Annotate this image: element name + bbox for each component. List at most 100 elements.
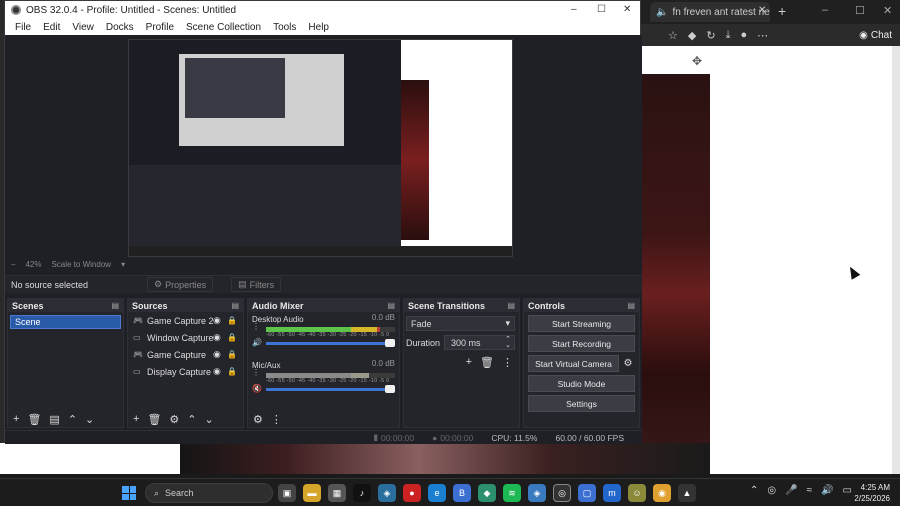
- speaker-icon[interactable]: 🔊: [252, 338, 262, 347]
- app-tray-icon[interactable]: ◎: [767, 485, 776, 496]
- menu-help[interactable]: Help: [302, 22, 335, 33]
- chrome-icon[interactable]: ◉: [653, 484, 671, 502]
- menu-profile[interactable]: Profile: [140, 22, 180, 33]
- start-virtual-camera-button[interactable]: Start Virtual Camera: [528, 355, 619, 372]
- app-icon[interactable]: ▢: [578, 484, 596, 502]
- chevron-down-icon[interactable]: ⌄: [85, 413, 94, 426]
- lock-icon[interactable]: 🔒: [227, 316, 237, 325]
- scale-mode[interactable]: Scale to Window: [51, 260, 111, 269]
- more-icon[interactable]: ⋯: [757, 29, 768, 42]
- wifi-icon[interactable]: ≈: [807, 485, 813, 496]
- edge-icon[interactable]: e: [428, 484, 446, 502]
- browser-scrollbar[interactable]: [892, 46, 900, 474]
- task-view-icon[interactable]: ▣: [278, 484, 296, 502]
- trash-icon[interactable]: 🗑: [27, 413, 41, 426]
- app-icon[interactable]: ◈: [528, 484, 546, 502]
- taskbar-search[interactable]: ⌕ Search: [145, 483, 273, 503]
- extension-icon[interactable]: ◆: [688, 29, 696, 42]
- more-icon[interactable]: ⋮: [502, 356, 513, 369]
- more-icon[interactable]: ⋮: [271, 413, 282, 426]
- gear-icon[interactable]: ⚙: [621, 355, 635, 372]
- app-icon[interactable]: m: [603, 484, 621, 502]
- clock[interactable]: 4:25 AM 2/25/2026: [854, 482, 890, 504]
- spin-arrows-icon[interactable]: ⌃ ⌄: [505, 336, 511, 349]
- dock-menu-icon[interactable]: ▤: [627, 301, 635, 310]
- menu-scene-collection[interactable]: Scene Collection: [180, 22, 267, 33]
- trash-icon[interactable]: 🗑: [480, 356, 494, 369]
- minimize-icon[interactable]: –: [822, 4, 828, 16]
- zoom-out-icon[interactable]: –: [11, 260, 15, 269]
- add-icon[interactable]: +: [13, 413, 19, 425]
- trash-icon[interactable]: 🗑: [147, 413, 161, 426]
- eye-icon[interactable]: ◉: [213, 315, 221, 326]
- refresh-icon[interactable]: ↻: [706, 29, 715, 42]
- volume-slider[interactable]: [266, 385, 395, 393]
- advanced-audio-icon[interactable]: ⚙: [253, 413, 263, 426]
- chevron-down-icon[interactable]: ⌄: [205, 413, 214, 426]
- spotify-icon[interactable]: ≋: [503, 484, 521, 502]
- dock-menu-icon[interactable]: ▤: [387, 301, 395, 310]
- dock-menu-icon[interactable]: ▤: [507, 301, 515, 310]
- menu-tools[interactable]: Tools: [267, 22, 302, 33]
- chevron-up-icon[interactable]: ⌃: [68, 413, 77, 426]
- chevron-up-icon[interactable]: ⌃: [187, 413, 196, 426]
- obs-taskbar-icon[interactable]: ◎: [553, 484, 571, 502]
- start-icon[interactable]: [122, 486, 136, 500]
- new-tab-icon[interactable]: +: [778, 3, 786, 19]
- maximize-icon[interactable]: ☐: [855, 4, 865, 17]
- close-window-icon[interactable]: ✕: [883, 4, 892, 17]
- app-icon[interactable]: ☺: [628, 484, 646, 502]
- menu-docks[interactable]: Docks: [100, 22, 140, 33]
- eye-icon[interactable]: ◉: [213, 332, 221, 343]
- lock-icon[interactable]: 🔒: [227, 367, 237, 376]
- properties-button[interactable]: ⚙ Properties: [147, 277, 214, 292]
- expand-icon[interactable]: ✥: [692, 54, 702, 68]
- source-item[interactable]: ▭ Window Capture ◉ 🔒: [128, 329, 243, 346]
- app-icon[interactable]: ▲: [678, 484, 696, 502]
- star-icon[interactable]: ☆: [668, 29, 678, 42]
- download-icon[interactable]: ⤓: [726, 29, 731, 42]
- filters-button[interactable]: ▤ Filters: [231, 277, 282, 292]
- settings-button[interactable]: Settings: [528, 395, 635, 412]
- duration-spinbox[interactable]: 300 ms ⌃ ⌄: [444, 335, 515, 350]
- profile-icon[interactable]: ●: [740, 29, 747, 41]
- source-item[interactable]: ▭ Display Capture ◉ 🔒: [128, 363, 243, 380]
- lock-icon[interactable]: 🔒: [227, 350, 237, 359]
- battery-icon[interactable]: ▭: [843, 485, 852, 496]
- start-recording-button[interactable]: Start Recording: [528, 335, 635, 352]
- menu-file[interactable]: File: [9, 22, 37, 33]
- app-icon[interactable]: ◈: [378, 484, 396, 502]
- source-item[interactable]: 🎮 Game Capture ◉ 🔒: [128, 346, 243, 363]
- menu-edit[interactable]: Edit: [37, 22, 66, 33]
- gear-icon[interactable]: ⚙: [169, 413, 179, 426]
- more-icon[interactable]: ⋮: [252, 322, 260, 331]
- file-explorer-icon[interactable]: ▬: [303, 484, 321, 502]
- scene-item[interactable]: Scene: [10, 315, 121, 329]
- close-icon[interactable]: ✕: [758, 5, 766, 16]
- menu-view[interactable]: View: [66, 22, 100, 33]
- close-icon[interactable]: ✕: [623, 4, 631, 15]
- dock-menu-icon[interactable]: ▤: [111, 301, 119, 310]
- chat-button[interactable]: ◉ Chat: [855, 27, 896, 43]
- record-app-icon[interactable]: ●: [403, 484, 421, 502]
- add-icon[interactable]: +: [466, 356, 472, 369]
- volume-slider-knob[interactable]: [385, 385, 395, 393]
- tiktok-icon[interactable]: ♪: [353, 484, 371, 502]
- chevron-up-icon[interactable]: ⌃: [750, 485, 758, 496]
- store-icon[interactable]: ▦: [328, 484, 346, 502]
- dock-menu-icon[interactable]: ▤: [231, 301, 239, 310]
- transition-select[interactable]: Fade ▾: [406, 316, 515, 331]
- eye-icon[interactable]: ◉: [213, 366, 221, 377]
- volume-slider[interactable]: [266, 339, 395, 347]
- microphone-icon[interactable]: 🎤: [785, 485, 797, 496]
- eye-icon[interactable]: ◉: [213, 349, 221, 360]
- studio-mode-button[interactable]: Studio Mode: [528, 375, 635, 392]
- app-icon[interactable]: ◆: [478, 484, 496, 502]
- browser-tab[interactable]: 🔈 fn freven ant ratest new: [650, 2, 770, 22]
- lock-icon[interactable]: 🔒: [227, 333, 237, 342]
- app-icon[interactable]: B: [453, 484, 471, 502]
- more-icon[interactable]: ⋮: [252, 368, 260, 377]
- source-item[interactable]: 🎮 Game Capture 2 ◉ 🔒: [128, 312, 243, 329]
- maximize-icon[interactable]: ☐: [597, 4, 606, 15]
- filter-icon[interactable]: ▤: [49, 413, 59, 426]
